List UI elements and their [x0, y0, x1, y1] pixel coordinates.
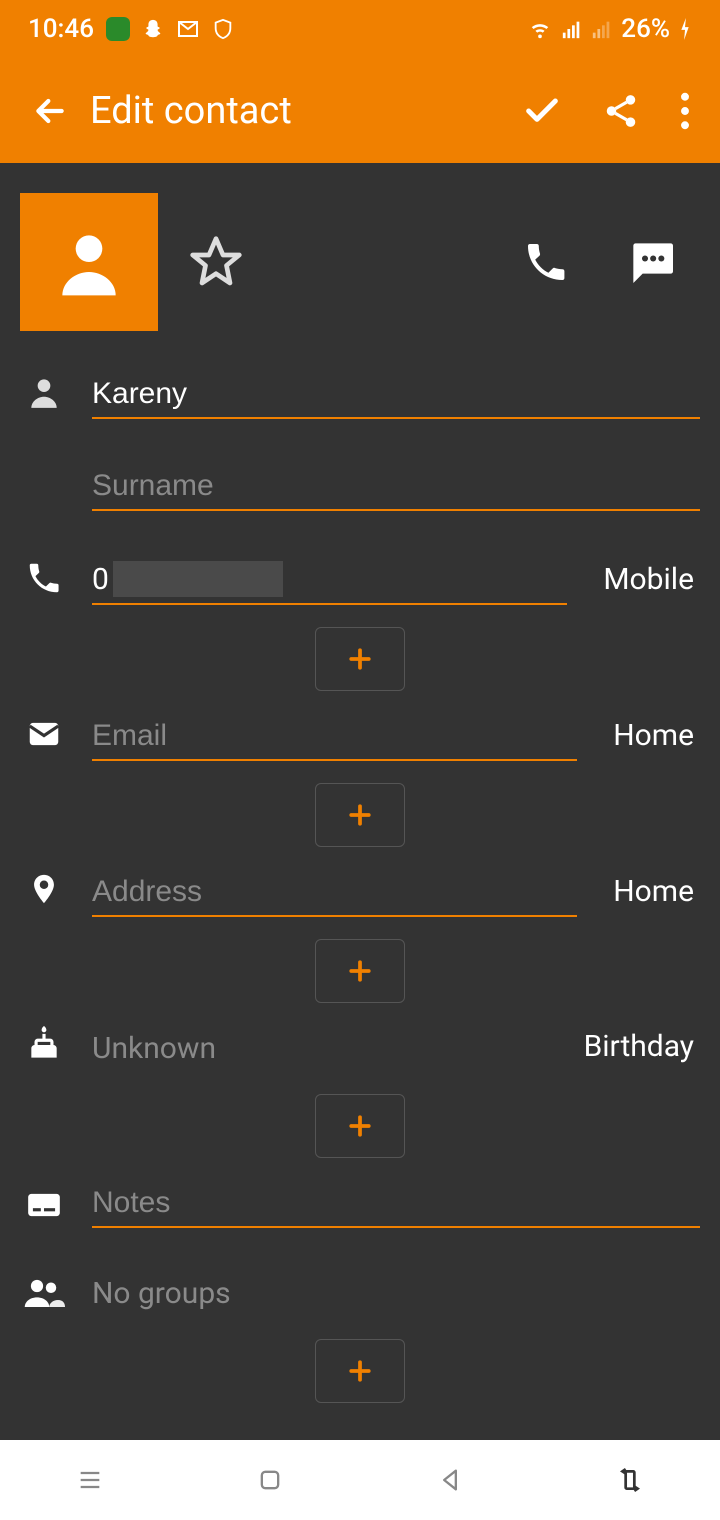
gmail-icon — [176, 17, 200, 41]
add-address-button[interactable] — [315, 939, 405, 1003]
groups-icon — [20, 1277, 68, 1317]
rotate-button[interactable] — [580, 1465, 680, 1495]
phone-icon — [20, 559, 68, 605]
page-title: Edit contact — [90, 89, 522, 133]
call-button[interactable] — [518, 234, 574, 290]
add-phone-button[interactable] — [315, 627, 405, 691]
back-nav-button[interactable] — [400, 1466, 500, 1494]
share-button[interactable] — [602, 92, 640, 130]
surname-field[interactable] — [92, 459, 700, 511]
add-group-button[interactable] — [315, 1339, 405, 1403]
location-icon — [20, 869, 68, 917]
email-field[interactable] — [92, 709, 577, 761]
notes-icon — [20, 1190, 68, 1228]
content-area: 0 Mobile Home Home — [0, 163, 720, 1440]
event-type-selector[interactable]: Birthday — [572, 1029, 700, 1072]
charging-icon — [678, 18, 692, 40]
recent-apps-button[interactable] — [40, 1466, 140, 1494]
message-button[interactable] — [624, 234, 680, 290]
add-event-button[interactable] — [315, 1094, 405, 1158]
phone-number-field[interactable]: 0 — [92, 551, 567, 605]
shield-icon — [212, 18, 234, 40]
add-email-button[interactable] — [315, 783, 405, 847]
phone-type-selector[interactable]: Mobile — [591, 562, 700, 605]
status-app-icon — [106, 17, 130, 41]
person-icon — [20, 373, 68, 419]
notes-field[interactable] — [92, 1176, 700, 1228]
event-field[interactable]: Unknown — [92, 1021, 548, 1072]
cake-icon — [20, 1026, 68, 1072]
back-button[interactable] — [20, 91, 80, 131]
wifi-icon — [527, 18, 553, 40]
favorite-star-button[interactable] — [188, 234, 244, 290]
email-icon — [20, 715, 68, 761]
first-name-field[interactable] — [92, 367, 700, 419]
more-options-button[interactable] — [680, 92, 690, 130]
address-type-selector[interactable]: Home — [601, 874, 700, 917]
snapchat-icon — [142, 18, 164, 40]
battery-text: 26% — [621, 14, 670, 44]
groups-field[interactable]: No groups — [92, 1266, 700, 1317]
contact-avatar[interactable] — [20, 193, 158, 331]
signal-icon — [561, 18, 583, 40]
phone-prefix: 0 — [92, 562, 109, 597]
system-nav-bar — [0, 1440, 720, 1520]
status-time: 10:46 — [28, 14, 94, 44]
signal2-icon — [591, 18, 613, 40]
status-bar: 10:46 26% — [0, 0, 720, 58]
phone-redacted — [113, 561, 283, 597]
address-field[interactable] — [92, 865, 577, 917]
save-button[interactable] — [522, 91, 562, 131]
app-bar: Edit contact — [0, 58, 720, 163]
home-button[interactable] — [220, 1466, 320, 1494]
email-type-selector[interactable]: Home — [601, 718, 700, 761]
